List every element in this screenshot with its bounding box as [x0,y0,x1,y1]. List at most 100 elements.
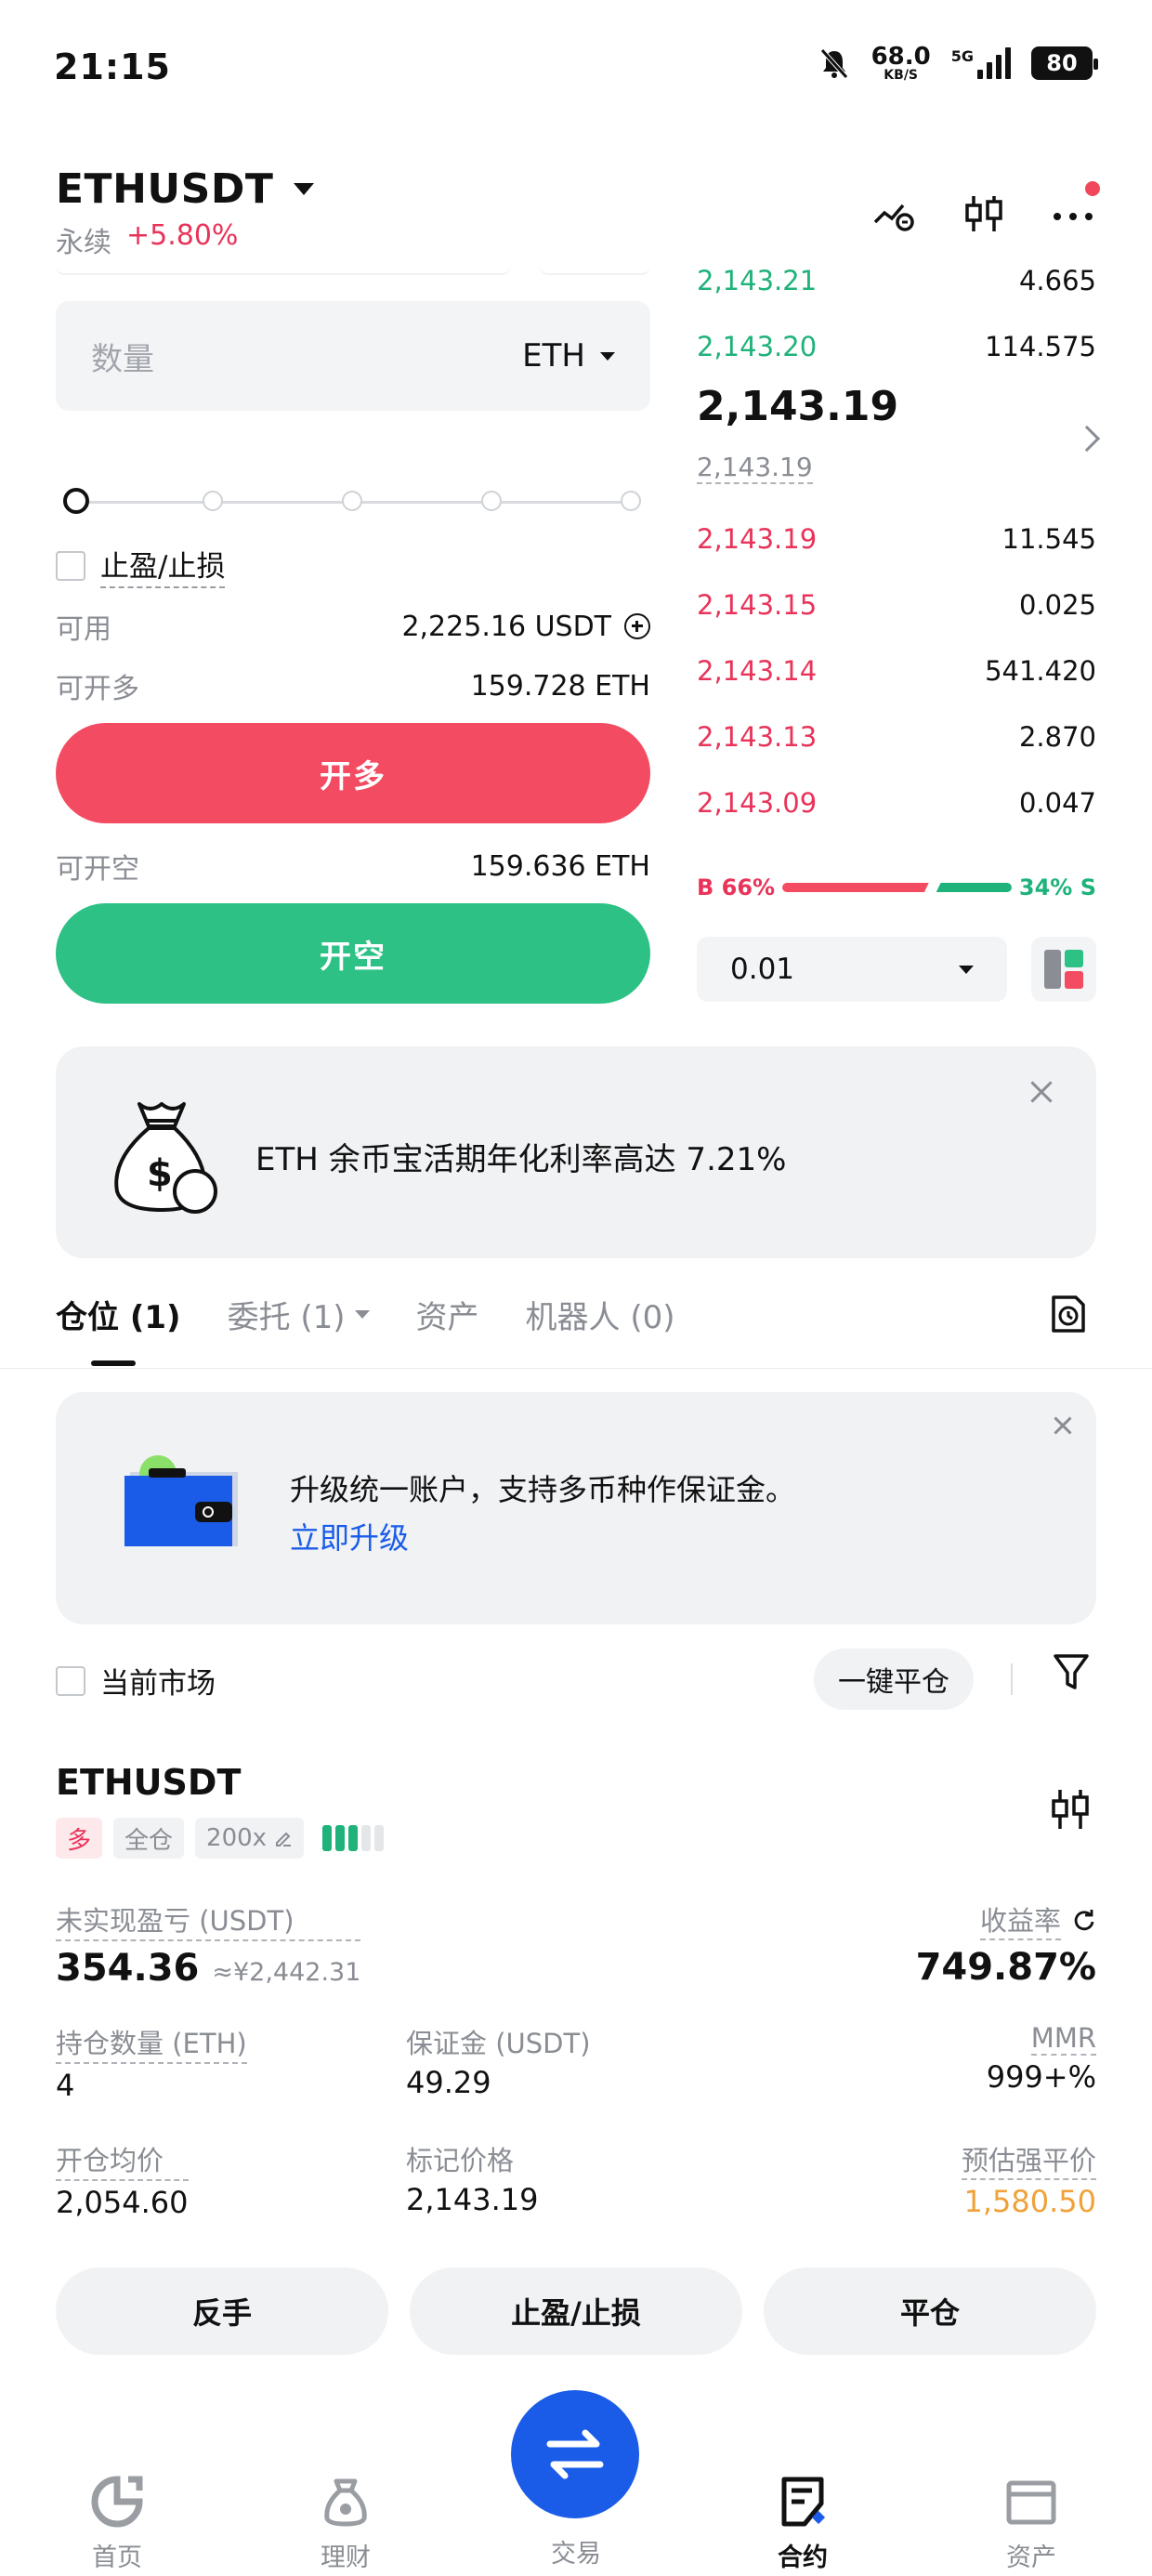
price-alert-icon[interactable] [871,191,918,237]
tab-orders[interactable]: 委托 (1) [228,1292,370,1337]
transfer-plus-icon[interactable] [624,613,650,639]
close-icon[interactable] [1052,1414,1074,1437]
precision-select[interactable]: 0.01 [697,937,1007,1002]
nav-trade-button[interactable] [511,2390,639,2518]
quantity-input[interactable]: 数量 ETH [56,301,650,411]
futures-icon [781,2477,826,2527]
adl-bar [361,1825,372,1851]
promo-text[interactable]: ETH 余币宝活期年化利率高达 7.21% [255,1134,786,1179]
nav-trade-label[interactable]: 交易 [520,2533,632,2569]
leverage-badge[interactable]: 200x [195,1818,305,1859]
tab-assets[interactable]: 资产 [416,1292,479,1337]
slider-mark-50[interactable] [342,491,362,511]
close-position-button[interactable]: 平仓 [764,2267,1096,2355]
caret-down-icon [959,965,974,974]
active-tab-indicator [91,1360,136,1366]
margin-value: 49.29 [406,2065,491,2100]
buy-sell-ratio: B 66% 34% S [697,874,1096,901]
slider-knob[interactable] [63,488,89,514]
side-badge: 多 [56,1818,103,1859]
current-market-checkbox[interactable] [56,1665,85,1696]
nav-finance[interactable]: 理财 [290,2476,401,2573]
status-time: 21:15 [54,46,171,87]
mark-price[interactable]: 2,143.19 [697,452,813,484]
position-tags: 多 全仓 200x [56,1818,385,1859]
quantity-unit-selector[interactable]: ETH [522,337,615,375]
mark-label: 标记价格 [406,2145,515,2176]
nav-futures[interactable]: 合约 [747,2476,858,2573]
tab-positions-label: 仓位 (1) [56,1299,181,1336]
order-book-row[interactable]: 2,143.21 4.665 [697,247,1096,314]
upgrade-link[interactable]: 立即升级 [290,1515,409,1557]
adl-bar [374,1825,385,1851]
order-book-amount: 11.545 [1001,523,1096,555]
order-book-row[interactable]: 2,143.14 541.420 [697,637,1096,703]
share-refresh-icon[interactable] [1072,1908,1096,1932]
status-icons: 68.0 KB/S 5G 80 [818,43,1098,83]
mark-block: 标记价格 2,143.19 [406,2139,539,2217]
more-icon[interactable] [1050,181,1100,237]
order-book-row[interactable]: 2,143.13 2.870 [697,703,1096,769]
candlestick-chart-icon[interactable] [1050,1786,1091,1833]
svg-text:$: $ [147,1152,173,1195]
buy-ratio: B 66% [697,874,776,900]
available-label: 可用 [56,613,111,646]
liq-block: 预估强平价 1,580.50 [961,2139,1096,2219]
slider-mark-100[interactable] [621,491,641,511]
candlestick-chart-icon[interactable] [961,191,1007,237]
layout-icon-green [1065,950,1083,967]
nav-futures-label: 合约 [778,2543,828,2572]
leverage-value: 200x [206,1824,268,1852]
reverse-button[interactable]: 反手 [56,2267,388,2355]
order-book-row[interactable]: 2,143.15 0.025 [697,572,1096,637]
filter-icon[interactable] [1052,1650,1091,1693]
max-short-value: 159.636 ETH [470,849,650,883]
nav-assets[interactable]: 资产 [975,2476,1087,2573]
nav-home-label: 首页 [92,2543,142,2572]
position-tabs: 仓位 (1) 委托 (1) 资产 机器人 (0) [56,1292,675,1337]
close-all-button[interactable]: 一键平仓 [814,1649,974,1710]
battery-icon: 80 [1031,46,1098,80]
assets-icon [1006,2480,1056,2525]
tab-positions[interactable]: 仓位 (1) [56,1292,181,1337]
margin-label: 保证金 (USDT) [406,2028,591,2059]
close-icon[interactable] [1028,1078,1055,1106]
sell-ratio-bar [936,883,1012,892]
form-strip [56,266,650,279]
slider-mark-75[interactable] [481,491,502,511]
contract-type: 永续 [56,227,111,259]
caret-down-icon [294,183,315,195]
position-symbol[interactable]: ETHUSDT [56,1762,241,1803]
order-book-row[interactable]: 2,143.20 114.575 [697,313,1096,380]
slider-mark-25[interactable] [203,491,223,511]
open-long-button[interactable]: 开多 [56,723,650,823]
last-price[interactable]: 2,143.19 [697,383,898,430]
tp-sl-checkbox[interactable] [56,550,85,581]
caret-down-icon [354,1310,370,1319]
unrealized-pnl-value: 354.36 [56,1947,200,1990]
tab-bots[interactable]: 机器人 (0) [526,1292,675,1337]
tp-sl-toggle[interactable]: 止盈/止损 [56,543,226,588]
order-book-row[interactable]: 2,143.19 11.545 [697,506,1096,572]
history-icon[interactable] [1050,1294,1087,1334]
current-market-toggle[interactable]: 当前市场 [56,1660,216,1702]
book-layout-button[interactable] [1031,937,1096,1002]
size-block: 持仓数量 (ETH) 4 [56,2022,247,2103]
symbol-name: ETHUSDT [56,165,274,213]
symbol-selector[interactable]: ETHUSDT [56,165,315,213]
wallet-icon [124,1455,238,1546]
symbol-subtitle: 永续 +5.80% [56,219,238,260]
quantity-slider[interactable] [63,488,641,515]
net-speed: 68.0 KB/S [871,43,931,83]
order-book-amount: 114.575 [985,331,1096,362]
nav-home[interactable]: 首页 [61,2476,173,2573]
finance-icon [324,2478,367,2527]
size-value: 4 [56,2068,75,2103]
open-short-button[interactable]: 开空 [56,903,650,1004]
chevron-right-icon[interactable] [1073,425,1101,453]
money-bag-icon: $ [114,1102,217,1214]
order-book-row[interactable]: 2,143.09 0.047 [697,769,1096,835]
nav-assets-label: 资产 [1006,2543,1056,2572]
tp-sl-button[interactable]: 止盈/止损 [410,2267,742,2355]
signal-icon: 5G [951,47,1011,79]
